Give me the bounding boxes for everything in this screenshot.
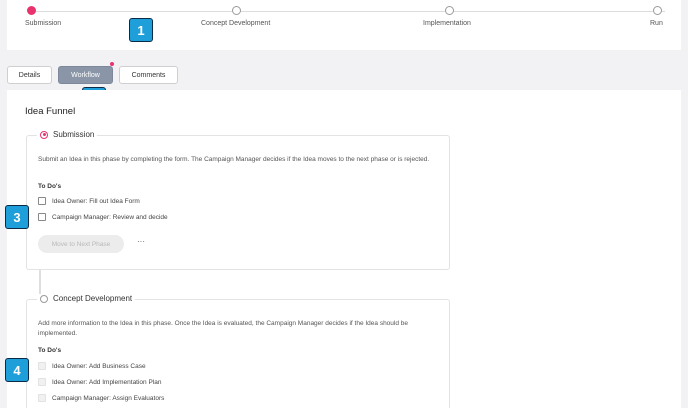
todo-checkbox [38,394,46,402]
phase-description: Add more information to the Idea in this… [38,320,409,337]
todo-label: Idea Owner: Add Implementation Plan [52,378,162,386]
todo-checkbox[interactable] [38,213,46,221]
phase-step-dot-implementation[interactable] [445,6,454,15]
todo-item: Campaign Manager: Assign Evaluators [38,394,164,402]
callout-badge-1: 1 [129,18,153,42]
todo-label: Idea Owner: Fill out Idea Form [52,197,140,205]
phase-step-label-implementation[interactable]: Implementation [423,20,471,27]
phase-step-label-run[interactable]: Run [650,20,663,27]
todo-label: Idea Owner: Add Business Case [52,362,146,370]
inactive-phase-icon [40,294,48,303]
stepper-track [35,11,665,12]
phase-header-concept-development: Concept Development [37,294,136,303]
todo-title: To Do's [38,347,62,354]
phase-card-concept-development: Concept Development Add more information… [26,294,450,408]
callout-badge-3: 3 [5,205,29,229]
todo-label: Campaign Manager: Review and decide [52,213,168,221]
tab-workflow[interactable]: Workflow [58,66,113,84]
move-to-next-phase-button[interactable]: Move to Next Phase [38,235,124,253]
tab-comments[interactable]: Comments [119,66,178,84]
more-options-button[interactable]: ··· [137,238,145,246]
todo-checkbox [38,362,46,370]
todo-checkbox [38,378,46,386]
phase-card-submission: Submission Submit an Idea in this phase … [26,130,450,270]
phase-name: Submission [53,130,95,139]
phase-step-dot-submission[interactable] [27,6,36,15]
todo-item[interactable]: Idea Owner: Fill out Idea Form [38,197,140,205]
callout-badge-4: 4 [5,358,29,382]
phase-description: Submit an Idea in this phase by completi… [38,156,430,163]
todo-checkbox[interactable] [38,197,46,205]
todo-item[interactable]: Campaign Manager: Review and decide [38,213,168,221]
phase-name: Concept Development [53,294,133,303]
notification-dot [110,62,114,66]
phase-header-submission: Submission [37,130,98,139]
phase-stepper: Submission Concept Development Implement… [7,0,681,50]
todo-label: Campaign Manager: Assign Evaluators [52,394,165,402]
page-title: Idea Funnel [25,106,76,117]
phase-step-label-submission[interactable]: Submission [25,20,61,27]
active-phase-icon [40,130,48,139]
phase-connector [39,270,41,296]
todo-item: Idea Owner: Add Business Case [38,362,146,370]
phase-step-label-concept-development[interactable]: Concept Development [201,20,270,27]
phase-step-dot-concept-development[interactable] [232,6,241,15]
todo-item: Idea Owner: Add Implementation Plan [38,378,161,386]
todo-title: To Do's [38,183,62,190]
tab-details[interactable]: Details [7,66,52,84]
phase-step-dot-run[interactable] [653,6,662,15]
